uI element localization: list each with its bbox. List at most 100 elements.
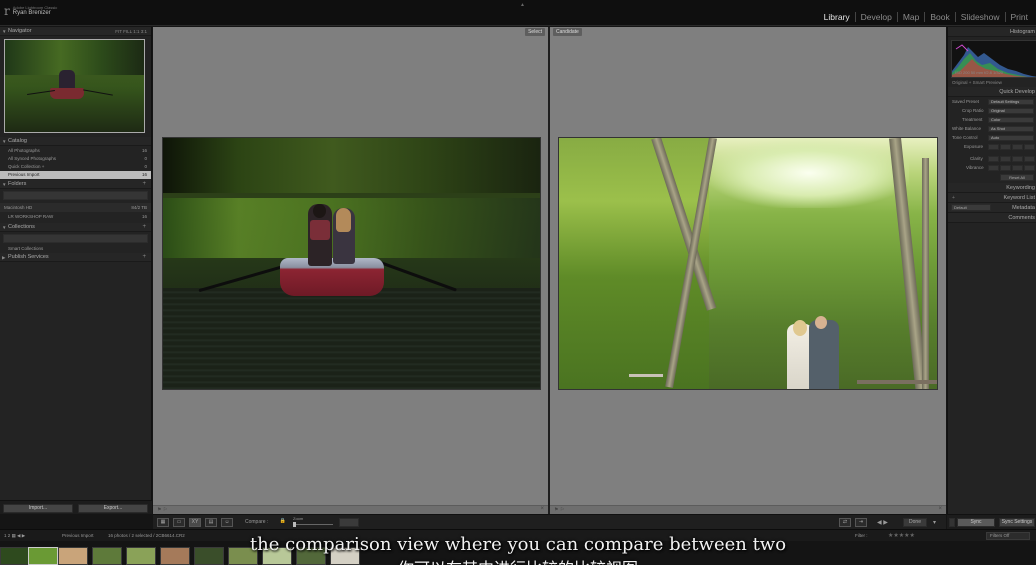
library-toolbar: ▦ ▭ XY ▤ ☺ Compare : 🔒 Zoom ⇄ ⇥ ◀ ▶ Done… <box>153 514 946 529</box>
navigator-header[interactable]: ▼ Navigator FIT FILL 1:1 3:1 <box>0 27 151 36</box>
exposure-row: Exposure <box>948 142 1036 151</box>
loupe-view-icon[interactable]: ▭ <box>173 518 185 527</box>
step-button[interactable] <box>1000 156 1011 162</box>
catalog-item-previous-import[interactable]: Previous Import 16 <box>0 171 151 179</box>
sync-settings-button[interactable]: Sync Settings <box>999 518 1035 527</box>
compare-view: Select ⚑ ⚐ × Candidate ⚑ ⚐ × <box>153 27 946 514</box>
step-button[interactable] <box>988 156 999 162</box>
tone-control-label: Tone Control <box>952 135 978 140</box>
module-library[interactable]: Library <box>819 12 856 22</box>
navigator-title: Navigator <box>8 28 32 34</box>
module-develop[interactable]: Develop <box>856 12 898 22</box>
keyword-list-header[interactable]: + Keyword List <box>948 193 1036 203</box>
vibrance-stepper[interactable] <box>988 165 1035 171</box>
module-slideshow[interactable]: Slideshow <box>956 12 1006 22</box>
done-button[interactable]: Done <box>903 518 927 527</box>
catalog-item-quick-collection[interactable]: Quick Collection + 0 <box>0 163 151 171</box>
crop-ratio-label: Crop Ratio <box>962 108 984 113</box>
toolbar-menu-arrow-icon[interactable]: ▾ <box>933 519 936 526</box>
right-oar <box>375 259 457 292</box>
keywording-header[interactable]: Keywording <box>948 183 1036 193</box>
swap-icon[interactable]: ⇄ <box>839 518 851 527</box>
saved-preset-select[interactable]: Default Settings <box>988 99 1034 105</box>
publish-services-header[interactable]: ▶ Publish Services + <box>0 253 151 262</box>
folder-item[interactable]: LR WORKSHOP RAW 16 <box>0 213 151 221</box>
sync-toggle[interactable] <box>949 518 955 527</box>
module-book[interactable]: Book <box>925 12 956 22</box>
smart-collections-item[interactable]: Smart Collections <box>0 245 151 253</box>
comments-header[interactable]: Comments <box>948 213 1036 223</box>
woman-in-boat <box>333 208 355 264</box>
step-button[interactable] <box>1000 165 1011 171</box>
reset-all-button[interactable]: Reset All <box>1000 174 1034 181</box>
identity-plate: r Adobe Lightroom Classic Ryan Brenizer <box>4 5 57 17</box>
candidate-photo-couple-in-forest[interactable] <box>558 137 938 390</box>
zoom-slider[interactable] <box>293 522 333 527</box>
compare-view-icon[interactable]: XY <box>189 518 201 527</box>
add-keyword-plus-icon[interactable]: + <box>952 193 955 203</box>
import-button[interactable]: Import... <box>3 504 73 513</box>
step-button[interactable] <box>1012 156 1023 162</box>
module-map[interactable]: Map <box>898 12 926 22</box>
step-button[interactable] <box>988 144 999 150</box>
folders-header[interactable]: ▼ Folders + <box>0 180 151 189</box>
clarity-stepper[interactable] <box>988 156 1035 162</box>
add-collection-plus-icon[interactable]: + <box>142 223 146 232</box>
catalog-title: Catalog <box>8 138 27 144</box>
auto-tone-button[interactable]: Auto <box>988 135 1034 141</box>
sync-button[interactable]: Sync <box>957 518 995 527</box>
select-flag-icon[interactable]: ⚑ ⚐ <box>157 507 167 513</box>
folder-filter-field[interactable] <box>3 191 148 200</box>
module-print[interactable]: Print <box>1006 12 1028 22</box>
step-button[interactable] <box>1000 144 1011 150</box>
metadata-preset-select[interactable]: Default <box>951 204 991 211</box>
collection-filter-field[interactable] <box>3 234 148 243</box>
collections-header[interactable]: ▼ Collections + <box>0 223 151 232</box>
step-button[interactable] <box>988 165 999 171</box>
make-select-icon[interactable]: ⇥ <box>855 518 867 527</box>
select-close-icon[interactable]: × <box>540 506 544 512</box>
zoom-slider-knob[interactable] <box>293 522 296 527</box>
brand-name: Ryan Brenizer <box>12 10 51 16</box>
candidate-flag-icon[interactable]: ⚑ ⚐ <box>554 507 564 513</box>
keywording-title: Keywording <box>1006 185 1035 191</box>
crop-ratio-select[interactable]: Original <box>988 108 1034 114</box>
histogram-header[interactable]: Histogram <box>948 27 1036 37</box>
step-button[interactable] <box>1024 156 1035 162</box>
volume-macintosh-hd[interactable]: Macintosh HD 84/2 TB <box>0 203 151 212</box>
prev-next-arrows[interactable]: ◀ ▶ <box>877 519 888 526</box>
step-button[interactable] <box>1012 165 1023 171</box>
catalog-header[interactable]: ▼ Catalog <box>0 137 151 146</box>
collapse-top-arrow-icon[interactable]: ▲ <box>520 2 525 8</box>
treatment-row: Treatment Color <box>948 115 1036 124</box>
add-publish-plus-icon[interactable]: + <box>142 253 146 262</box>
navigator-preview[interactable] <box>4 39 145 133</box>
lock-icon[interactable]: 🔒 <box>277 518 289 527</box>
catalog-item-all-photographs[interactable]: All Photographs 16 <box>0 147 151 155</box>
metadata-title: Metadata <box>1012 205 1035 211</box>
step-button[interactable] <box>1024 165 1035 171</box>
add-folder-plus-icon[interactable]: + <box>142 180 146 189</box>
candidate-pane[interactable]: Candidate ⚑ ⚐ × <box>550 27 946 514</box>
select-pane[interactable]: Select ⚑ ⚐ × <box>153 27 548 514</box>
tree-trunk <box>922 158 929 389</box>
white-balance-select[interactable]: As Shot <box>988 126 1034 132</box>
export-button[interactable]: Export... <box>78 504 148 513</box>
survey-view-icon[interactable]: ▤ <box>205 518 217 527</box>
catalog-item-all-synced[interactable]: All Synced Photographs 0 <box>0 155 151 163</box>
step-button[interactable] <box>1012 144 1023 150</box>
people-view-icon[interactable]: ☺ <box>221 518 233 527</box>
lr-logo-icon: r <box>4 4 10 18</box>
treatment-select[interactable]: Color <box>988 117 1034 123</box>
step-button[interactable] <box>1024 144 1035 150</box>
metadata-header[interactable]: Default Metadata <box>948 203 1036 213</box>
navigator-zoom-options[interactable]: FIT FILL 1:1 3:1 <box>115 27 147 36</box>
select-photo-boat-on-lake[interactable] <box>162 137 541 390</box>
original-smart-preview: Original + Smart Preview <box>952 80 1002 85</box>
quick-develop-header[interactable]: Quick Develop <box>948 87 1036 97</box>
candidate-close-icon[interactable]: × <box>938 506 942 512</box>
crop-ratio-row: Crop Ratio Original <box>948 106 1036 115</box>
zoom-value-field[interactable] <box>339 518 359 527</box>
grid-view-icon[interactable]: ▦ <box>157 518 169 527</box>
exposure-stepper[interactable] <box>988 144 1035 150</box>
